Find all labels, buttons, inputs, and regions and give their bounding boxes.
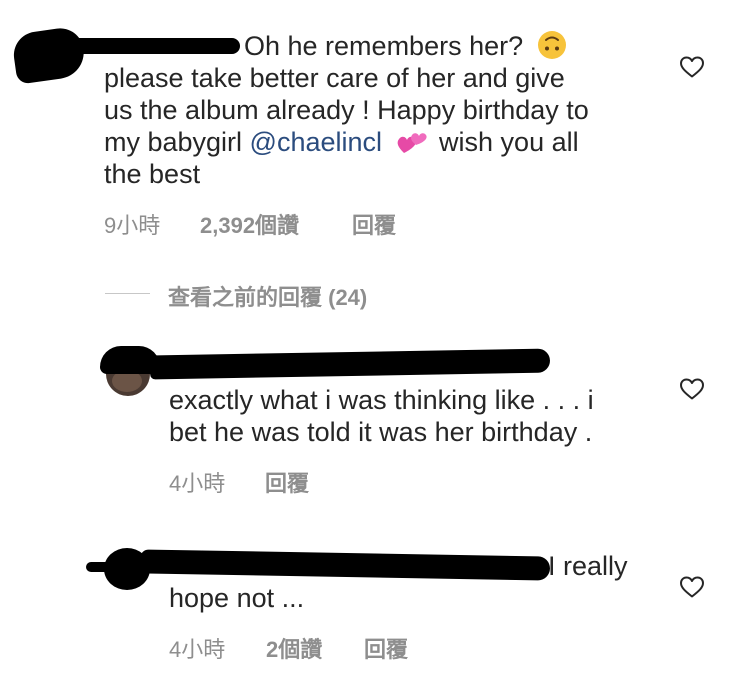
like-count-label: 2個讚 xyxy=(266,637,323,662)
like-count-label: 2,392個讚 xyxy=(200,213,300,238)
comment-text-line: us the album already ! Happy birthday to xyxy=(104,95,589,125)
like-count[interactable]: 2,392個讚 xyxy=(200,208,299,240)
comment-text-segment: wish you all xyxy=(439,127,579,157)
comment-text-segment: my babygirl xyxy=(104,127,250,157)
reply-button-label: 回覆 xyxy=(352,213,397,238)
comment-text-line: hope not ... xyxy=(169,583,305,613)
reply-button[interactable]: 回覆 xyxy=(265,466,309,498)
comments-thread: { "comments": [ { "text_line1": "Oh he r… xyxy=(0,0,742,683)
comment-text-line: I really xyxy=(548,551,628,581)
divider-line xyxy=(105,293,150,294)
view-previous-replies-label: 查看之前的回覆 (24) xyxy=(168,285,368,310)
redaction-mark xyxy=(86,562,126,572)
reply-button-label: 回覆 xyxy=(265,471,310,496)
reply-button-label: 回覆 xyxy=(364,637,409,662)
redaction-mark xyxy=(10,25,88,85)
comment-text: Oh he remembers her? xyxy=(244,30,567,62)
comment-time: 4小時 xyxy=(169,471,226,496)
like-count[interactable]: 2個讚 xyxy=(266,632,322,664)
two-hearts-emoji xyxy=(397,133,427,153)
comment-text-line: please take better care of her and give xyxy=(104,63,565,93)
comment-text-line: Oh he remembers her? xyxy=(244,31,524,61)
heart-icon[interactable] xyxy=(679,55,705,79)
heart-icon[interactable] xyxy=(679,575,705,599)
mention-link[interactable]: @chaelincl xyxy=(250,127,382,157)
comment-time: 4小時 xyxy=(169,637,226,662)
reply-button[interactable]: 回覆 xyxy=(364,632,408,664)
comment-text-line: bet he was told it was her birthday . xyxy=(169,417,593,447)
comment-text-line: exactly what i was thinking like . . . i xyxy=(169,385,594,415)
comment-time: 9小時 xyxy=(104,213,161,238)
comment-text-line: the best xyxy=(104,159,201,189)
redaction-mark xyxy=(149,348,551,380)
reply-button[interactable]: 回覆 xyxy=(352,208,396,240)
redaction-mark xyxy=(20,38,240,54)
heart-icon[interactable] xyxy=(679,377,705,401)
comment-text-line: my babygirl @chaelincl wish you all xyxy=(104,126,579,158)
redaction-mark xyxy=(139,549,551,581)
upside-down-face-emoji xyxy=(537,31,566,59)
